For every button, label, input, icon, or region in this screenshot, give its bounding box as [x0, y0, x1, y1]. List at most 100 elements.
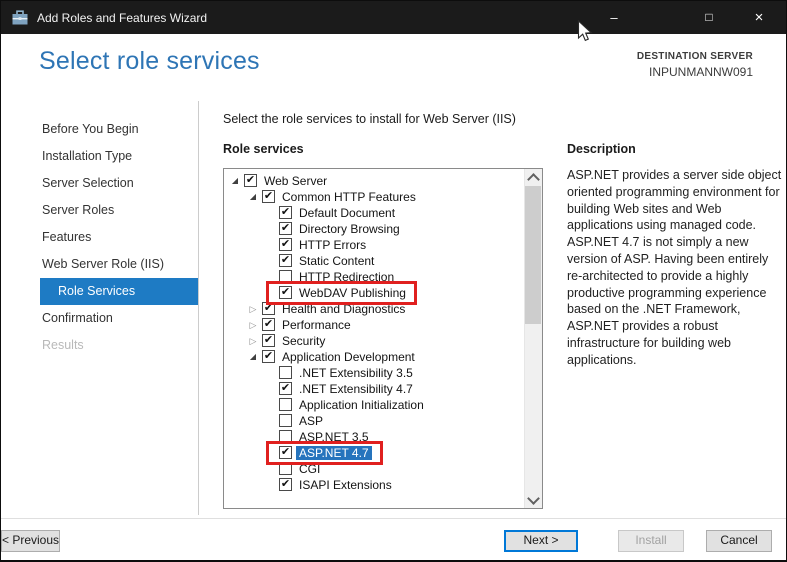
- description-heading: Description: [567, 142, 636, 156]
- minimize-button[interactable]: –: [597, 1, 631, 34]
- cancel-button[interactable]: Cancel: [706, 530, 772, 552]
- maximize-button[interactable]: □: [692, 1, 726, 34]
- sidebar-step-role-services[interactable]: Role Services: [40, 278, 198, 305]
- tree-rows-container: ◢✔Web Server◢✔Common HTTP Features✔Defau…: [224, 173, 525, 493]
- checkbox-application-initialization[interactable]: [279, 398, 292, 411]
- tree-row-http-redirection: HTTP Redirection: [224, 269, 525, 285]
- checkbox-webdav-publishing[interactable]: ✔: [279, 286, 292, 299]
- tree-item-label[interactable]: Application Initialization: [299, 398, 424, 412]
- collapsed-triangle-icon[interactable]: ▷: [246, 333, 260, 349]
- tree-row-common-http-features: ◢✔ Common HTTP Features: [224, 189, 525, 205]
- tree-item-label[interactable]: ASP.NET 4.7: [296, 446, 372, 460]
- chevron-down-icon: [527, 492, 540, 505]
- checkbox-isapi-extensions[interactable]: ✔: [279, 478, 292, 491]
- tree-row-web-server: ◢✔ Web Server: [224, 173, 525, 189]
- role-services-heading: Role services: [223, 142, 304, 156]
- tree-row-asp: ASP: [224, 413, 525, 429]
- close-button[interactable]: ×: [742, 1, 776, 34]
- checkbox-security[interactable]: ✔: [262, 334, 275, 347]
- checkbox-default-document[interactable]: ✔: [279, 206, 292, 219]
- tree-row-health-and-diagnostics: ▷✔ Health and Diagnostics: [224, 301, 525, 317]
- sidebar-step-web-server-role-iis[interactable]: Web Server Role (IIS): [1, 251, 198, 278]
- checkbox-directory-browsing[interactable]: ✔: [279, 222, 292, 235]
- tree-item-label[interactable]: HTTP Errors: [299, 238, 366, 252]
- next-button[interactable]: Next >: [504, 530, 578, 552]
- tree-row-static-content: ✔ Static Content: [224, 253, 525, 269]
- title-bar: Add Roles and Features Wizard – □ ×: [1, 1, 786, 34]
- page-title: Select role services: [39, 47, 260, 76]
- scrollbar-thumb[interactable]: [525, 186, 541, 324]
- tree-item-label[interactable]: .NET Extensibility 4.7: [299, 382, 413, 396]
- previous-button[interactable]: < Previous: [1, 530, 60, 552]
- wizard-steps-sidebar: Before You BeginInstallation TypeServer …: [1, 101, 198, 515]
- checkbox-cgi[interactable]: [279, 462, 292, 475]
- tree-item-label[interactable]: Application Development: [282, 350, 415, 364]
- tree-row-security: ▷✔ Security: [224, 333, 525, 349]
- tree-item-label[interactable]: Static Content: [299, 254, 374, 268]
- scroll-up-button[interactable]: [525, 169, 541, 186]
- sidebar-step-features[interactable]: Features: [1, 224, 198, 251]
- sidebar-step-server-selection[interactable]: Server Selection: [1, 170, 198, 197]
- tree-item-label[interactable]: ASP: [299, 414, 323, 428]
- checkbox-asp-net-3-5[interactable]: [279, 430, 292, 443]
- tree-item-label[interactable]: HTTP Redirection: [299, 270, 394, 284]
- expanded-triangle-icon[interactable]: ◢: [246, 349, 260, 365]
- checkbox-asp[interactable]: [279, 414, 292, 427]
- checkbox-http-redirection[interactable]: [279, 270, 292, 283]
- checkbox-web-server[interactable]: ✔: [244, 174, 257, 187]
- tree-row-application-development: ◢✔ Application Development: [224, 349, 525, 365]
- collapsed-triangle-icon[interactable]: ▷: [246, 317, 260, 333]
- tree-item-label[interactable]: WebDAV Publishing: [299, 286, 406, 300]
- tree-item-label[interactable]: ISAPI Extensions: [299, 478, 392, 492]
- checkbox-static-content[interactable]: ✔: [279, 254, 292, 267]
- tree-row-default-document: ✔ Default Document: [224, 205, 525, 221]
- description-text: ASP.NET provides a server side object or…: [567, 167, 783, 369]
- role-services-tree: ◢✔Web Server◢✔Common HTTP Features✔Defau…: [223, 168, 543, 509]
- tree-item-label[interactable]: Health and Diagnostics: [282, 302, 405, 316]
- add-roles-features-wizard-window: Add Roles and Features Wizard – □ × Sele…: [0, 0, 787, 562]
- checkbox-asp-net-4-7[interactable]: ✔: [279, 446, 292, 459]
- tree-item-label[interactable]: Common HTTP Features: [282, 190, 416, 204]
- tree-item-label[interactable]: Web Server: [264, 174, 327, 188]
- destination-server-name: INPUNMANNW091: [637, 65, 753, 79]
- chevron-up-icon: [527, 173, 540, 186]
- footer-divider: [1, 518, 786, 519]
- scroll-down-button[interactable]: [525, 491, 541, 508]
- tree-row-performance: ▷✔ Performance: [224, 317, 525, 333]
- wizard-toolbox-icon: [12, 10, 28, 25]
- tree-row-asp-net-3-5: ASP.NET 3.5: [224, 429, 525, 445]
- wizard-steps-list: Before You BeginInstallation TypeServer …: [1, 116, 198, 359]
- checkbox-net-extensibility-4-7[interactable]: ✔: [279, 382, 292, 395]
- tree-item-label[interactable]: CGI: [299, 462, 320, 476]
- checkbox-performance[interactable]: ✔: [262, 318, 275, 331]
- tree-item-label[interactable]: ASP.NET 3.5: [299, 430, 369, 444]
- tree-item-label[interactable]: Performance: [282, 318, 351, 332]
- sidebar-step-server-roles[interactable]: Server Roles: [1, 197, 198, 224]
- instruction-text: Select the role services to install for …: [223, 112, 516, 126]
- collapsed-triangle-icon[interactable]: ▷: [246, 301, 260, 317]
- sidebar-step-results: Results: [1, 332, 198, 359]
- sidebar-step-confirmation[interactable]: Confirmation: [1, 305, 198, 332]
- tree-row-http-errors: ✔ HTTP Errors: [224, 237, 525, 253]
- tree-item-label[interactable]: Security: [282, 334, 325, 348]
- sidebar-step-before-you-begin[interactable]: Before You Begin: [1, 116, 198, 143]
- tree-row-cgi: CGI: [224, 461, 525, 477]
- checkbox-application-development[interactable]: ✔: [262, 350, 275, 363]
- expanded-triangle-icon[interactable]: ◢: [228, 173, 242, 189]
- tree-row-isapi-extensions: ✔ ISAPI Extensions: [224, 477, 525, 493]
- sidebar-step-installation-type[interactable]: Installation Type: [1, 143, 198, 170]
- tree-row-asp-net-4-7: ✔ ASP.NET 4.7: [224, 445, 525, 461]
- checkbox-health-and-diagnostics[interactable]: ✔: [262, 302, 275, 315]
- tree-scrollbar[interactable]: [524, 169, 542, 508]
- expanded-triangle-icon[interactable]: ◢: [246, 189, 260, 205]
- tree-item-label[interactable]: Directory Browsing: [299, 222, 400, 236]
- checkbox-http-errors[interactable]: ✔: [279, 238, 292, 251]
- destination-server-block: DESTINATION SERVER INPUNMANNW091: [637, 51, 753, 79]
- destination-server-label: DESTINATION SERVER: [637, 51, 753, 62]
- tree-row-application-initialization: Application Initialization: [224, 397, 525, 413]
- tree-item-label[interactable]: .NET Extensibility 3.5: [299, 366, 413, 380]
- sidebar-divider: [198, 101, 199, 515]
- tree-item-label[interactable]: Default Document: [299, 206, 395, 220]
- checkbox-net-extensibility-3-5[interactable]: [279, 366, 292, 379]
- checkbox-common-http-features[interactable]: ✔: [262, 190, 275, 203]
